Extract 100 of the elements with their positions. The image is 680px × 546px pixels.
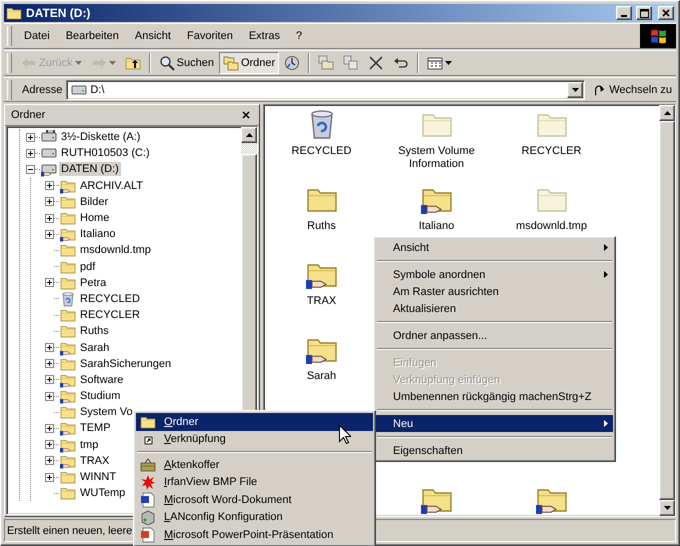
document-icon xyxy=(140,526,156,543)
expand-toggle[interactable] xyxy=(45,424,54,433)
menu-item[interactable]: Microsoft PowerPoint-Präsentation xyxy=(136,526,373,544)
up-arrow-icon xyxy=(246,133,252,137)
close-button[interactable] xyxy=(658,6,674,20)
tree-item[interactable]: SarahSicherungen xyxy=(78,356,174,371)
expand-toggle[interactable] xyxy=(45,440,54,450)
menu-item[interactable]: Aktenkoffer xyxy=(136,456,373,474)
file-label[interactable]: RECYCLER xyxy=(502,145,602,158)
expand-toggle[interactable] xyxy=(45,375,54,384)
tree-item[interactable]: Software xyxy=(78,372,126,387)
scroll-down-button[interactable] xyxy=(659,500,675,516)
expand-toggle[interactable] xyxy=(26,132,35,142)
menu-item[interactable]: Ordner anpassen... xyxy=(376,327,613,344)
menu-item[interactable]: Eigenschaften xyxy=(376,442,613,459)
menu-item[interactable]: Neu xyxy=(376,415,613,432)
address-label: Adresse xyxy=(21,84,62,96)
folders-button[interactable]: Ordner xyxy=(218,52,280,74)
file-label[interactable]: System Volume Information xyxy=(386,145,486,171)
expand-toggle[interactable] xyxy=(26,164,35,174)
menu-item[interactable]: Symbole anordnen xyxy=(376,266,613,283)
device-icon xyxy=(140,509,156,526)
dropdown-caret-icon xyxy=(445,61,452,65)
menu-item[interactable]: Aktualisieren xyxy=(376,300,613,317)
move-to-icon xyxy=(318,55,334,71)
folder-icon xyxy=(6,5,22,21)
file-label[interactable]: msdownld.tmp xyxy=(502,220,602,233)
menu-item[interactable]: ? xyxy=(288,28,310,44)
views-icon xyxy=(427,55,444,71)
expand-toggle[interactable] xyxy=(45,181,54,190)
menu-item[interactable]: LANconfig Konfiguration xyxy=(136,508,373,526)
scroll-up-button[interactable] xyxy=(659,105,675,121)
menu-item[interactable]: Ansicht xyxy=(126,28,179,44)
menu-item[interactable]: IrfanView BMP File xyxy=(136,474,373,491)
tree-item[interactable]: ARCHIV.ALT xyxy=(78,178,145,193)
tree-item[interactable]: Home xyxy=(78,211,112,226)
expand-toggle[interactable] xyxy=(45,214,54,223)
menu-item[interactable]: Am Raster ausrichten xyxy=(376,283,613,300)
tree-item[interactable]: Ruths xyxy=(78,324,111,338)
status-text: Erstellt einen neuen, leere xyxy=(7,524,132,536)
expand-toggle[interactable] xyxy=(45,359,54,368)
menu-item[interactable]: Ordner xyxy=(136,413,373,430)
tree-item[interactable]: WINNT xyxy=(78,470,118,484)
tree-item[interactable]: RECYCLER xyxy=(78,308,142,322)
menu-item[interactable]: Verknüpfung xyxy=(136,430,373,448)
shared-folder-icon xyxy=(60,226,76,242)
up-arrow-icon xyxy=(664,111,670,115)
menu-item[interactable]: Bearbeiten xyxy=(58,28,127,44)
file-label[interactable]: TRAX xyxy=(272,295,372,308)
minimize-button[interactable] xyxy=(616,6,632,20)
document-icon xyxy=(140,492,156,508)
menu-item[interactable]: Datei xyxy=(16,28,58,44)
menu-item[interactable]: Favoriten xyxy=(178,28,241,44)
dropdown-caret-icon xyxy=(108,61,116,65)
tree-item[interactable]: TRAX xyxy=(78,454,112,468)
menu-item[interactable]: Microsoft Word-Dokument xyxy=(136,491,373,508)
tree-item[interactable]: Bilder xyxy=(78,194,110,209)
tree-item[interactable]: pdf xyxy=(78,260,98,274)
caret-icon xyxy=(572,88,579,92)
scroll-up-button[interactable] xyxy=(241,127,257,143)
tree-item[interactable]: tmp xyxy=(78,438,100,452)
recycle-bin-icon xyxy=(60,290,76,307)
tree-item[interactable]: Italiano xyxy=(78,227,118,242)
go-button[interactable]: Wechseln zu xyxy=(589,82,676,96)
file-label[interactable]: Italiano xyxy=(386,220,486,233)
expand-toggle[interactable] xyxy=(45,456,54,466)
menu-item[interactable]: Extras xyxy=(240,28,288,44)
tree-item[interactable]: TEMP xyxy=(78,421,113,436)
briefcase-icon xyxy=(140,456,156,473)
menu-item[interactable]: Ansicht xyxy=(376,239,613,256)
maximize-button[interactable] xyxy=(636,6,652,20)
expand-toggle[interactable] xyxy=(26,148,35,158)
tree-item[interactable]: Sarah xyxy=(78,340,112,355)
tree-item[interactable]: Studium xyxy=(78,389,122,404)
menu-item[interactable]: Umbenennen rückgängig machenStrg+Z xyxy=(376,388,613,405)
history-icon xyxy=(284,55,300,71)
tree-item[interactable]: 3½-Diskette (A:) xyxy=(59,130,142,144)
dropdown-button[interactable] xyxy=(567,82,584,98)
search-icon xyxy=(158,55,175,71)
tree-item[interactable]: System Vo xyxy=(78,405,135,420)
tree-item[interactable]: msdownld.tmp xyxy=(78,243,153,258)
file-label[interactable]: Ruths xyxy=(272,220,372,233)
folder-icon xyxy=(60,210,76,226)
tree-item[interactable]: RECYCLED xyxy=(78,292,142,306)
search-button[interactable]: Suchen xyxy=(154,52,218,74)
tree-item[interactable]: DATEN (D:) xyxy=(59,162,121,176)
expand-toggle[interactable] xyxy=(45,472,54,482)
expand-toggle[interactable] xyxy=(45,278,54,288)
file-label[interactable]: RECYCLED xyxy=(272,145,372,158)
file-label[interactable]: Sarah xyxy=(272,370,372,383)
address-field[interactable]: D:\ xyxy=(66,80,586,100)
tree-item[interactable]: RUTH010503 (C:) xyxy=(59,146,152,160)
expand-toggle[interactable] xyxy=(45,343,54,352)
down-arrow-icon xyxy=(664,506,670,510)
expand-toggle[interactable] xyxy=(45,197,54,206)
expand-toggle[interactable] xyxy=(45,230,54,239)
folder-icon xyxy=(60,485,76,502)
expand-toggle[interactable] xyxy=(45,392,54,401)
tree-item[interactable]: Petra xyxy=(78,276,108,290)
tree-item[interactable]: WUTemp xyxy=(78,486,128,500)
